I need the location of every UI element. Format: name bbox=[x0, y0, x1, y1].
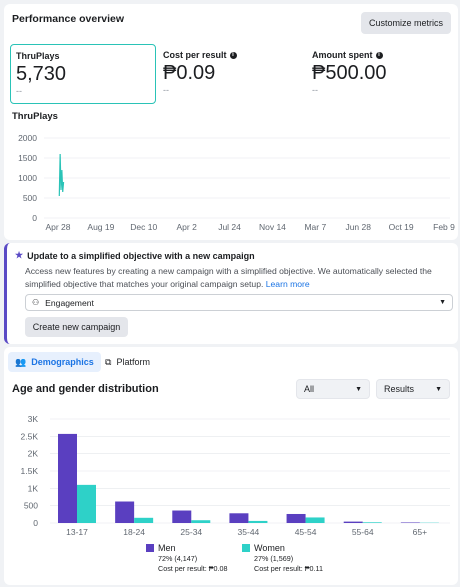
tab-label: Demographics bbox=[31, 357, 94, 367]
metric-value: ₱0.09 bbox=[163, 62, 216, 84]
x-tick-label: 13-17 bbox=[66, 527, 88, 537]
x-tick-label: Jul 24 bbox=[218, 222, 241, 232]
x-tick-label: 65+ bbox=[413, 527, 427, 537]
metric-filter-dropdown[interactable]: Results ▼ bbox=[376, 379, 450, 399]
bar-women bbox=[248, 520, 268, 523]
info-icon[interactable]: i bbox=[229, 51, 237, 59]
performance-overview-card: Performance overview Customize metrics T… bbox=[4, 4, 458, 240]
chevron-down-icon: ▼ bbox=[439, 299, 446, 306]
tab-label: Platform bbox=[116, 357, 150, 367]
legend-cost: Cost per result: ₱0.08 bbox=[158, 564, 228, 573]
legend-swatch bbox=[242, 544, 250, 552]
chevron-down-icon: ▼ bbox=[435, 385, 442, 393]
metric-label: ThruPlays bbox=[16, 51, 60, 61]
y-tick-label: 2.5K bbox=[21, 431, 39, 441]
y-tick-label: 2000 bbox=[18, 133, 37, 143]
objective-select[interactable]: ⚇ Engagement ▼ bbox=[25, 294, 453, 311]
metric-cost-per-result[interactable]: Cost per result i ₱0.09 -- bbox=[158, 44, 304, 104]
x-tick-label: Apr 28 bbox=[45, 222, 70, 232]
metric-thruplays[interactable]: ThruPlays 5,730 -- bbox=[10, 44, 156, 104]
age-gender-bar-chart: 0 500 1K 1.5K 2K 2.5K 3K 13-17 18-24 25-34 35-44 45… bbox=[21, 414, 450, 537]
gender-filter-dropdown[interactable]: All ▼ bbox=[296, 379, 370, 399]
tab-demographics[interactable]: 👥 Demographics bbox=[8, 352, 101, 372]
legend-name: Men bbox=[158, 543, 176, 553]
age-gender-title: Age and gender distribution bbox=[12, 383, 159, 395]
y-tick-label: 500 bbox=[24, 501, 38, 511]
y-tick-label: 1.5K bbox=[21, 466, 39, 476]
star-icon: ★ bbox=[15, 250, 24, 260]
x-tick-label: Jun 28 bbox=[345, 222, 371, 232]
line-chart-title: ThruPlays bbox=[12, 111, 58, 122]
legend-share: 72% (4,147) bbox=[158, 554, 198, 563]
y-tick-label: 0 bbox=[33, 518, 38, 528]
metric-amount-spent[interactable]: Amount spent i ₱500.00 -- bbox=[307, 44, 453, 104]
thruplays-line-chart: 0 500 1000 1500 2000 Apr 28 Aug 19 Dec 10 Apr 2 J… bbox=[18, 133, 455, 232]
metric-comparison: -- bbox=[312, 85, 318, 95]
dropdown-value: All bbox=[304, 384, 315, 394]
simplified-objective-notice: ★ Update to a simplified objective with … bbox=[4, 243, 458, 344]
objective-value: Engagement bbox=[45, 297, 94, 308]
bar-women bbox=[305, 517, 325, 523]
y-tick-label: 0 bbox=[32, 213, 37, 223]
x-tick-label: Mar 7 bbox=[304, 222, 326, 232]
x-tick-label: 45-54 bbox=[295, 527, 317, 537]
legend-share: 27% (1,569) bbox=[254, 554, 294, 563]
demographics-card: 👥 Demographics ⧉ Platform Age and gender… bbox=[4, 347, 458, 585]
customize-metrics-button[interactable]: Customize metrics bbox=[361, 12, 451, 34]
legend-men: Men 72% (4,147) Cost per result: ₱0.08 bbox=[146, 543, 228, 574]
x-tick-label: 55-64 bbox=[352, 527, 374, 537]
bar-men bbox=[343, 521, 363, 523]
bar-men bbox=[115, 501, 135, 523]
performance-title: Performance overview bbox=[12, 13, 125, 25]
x-tick-label: Oct 19 bbox=[389, 222, 414, 232]
y-tick-label: 3K bbox=[28, 414, 39, 424]
metric-label: Cost per result bbox=[163, 50, 227, 60]
metric-comparison: -- bbox=[163, 85, 169, 95]
engagement-icon: ⚇ bbox=[32, 298, 40, 307]
bar-men bbox=[286, 513, 306, 523]
bar-men bbox=[229, 513, 249, 523]
learn-more-link[interactable]: Learn more bbox=[266, 279, 310, 289]
metric-label: Amount spent bbox=[312, 50, 373, 60]
tab-platform[interactable]: ⧉ Platform bbox=[98, 352, 157, 372]
x-tick-label: Apr 2 bbox=[177, 222, 198, 232]
x-tick-label: 18-24 bbox=[123, 527, 145, 537]
x-tick-label: Aug 19 bbox=[87, 222, 114, 232]
platform-icon: ⧉ bbox=[105, 356, 112, 367]
y-tick-label: 500 bbox=[23, 193, 37, 203]
y-tick-label: 1500 bbox=[18, 153, 37, 163]
legend-name: Women bbox=[254, 543, 285, 553]
bar-men bbox=[400, 522, 420, 523]
dropdown-value: Results bbox=[384, 384, 415, 394]
bar-women bbox=[362, 522, 382, 523]
y-tick-label: 2K bbox=[28, 449, 39, 459]
metric-value: ₱500.00 bbox=[312, 62, 387, 84]
bar-women bbox=[191, 520, 211, 523]
legend-cost: Cost per result: ₱0.11 bbox=[254, 564, 323, 573]
thruplays-series-line bbox=[58, 153, 65, 197]
bar-women bbox=[77, 484, 96, 523]
x-tick-label: Nov 14 bbox=[259, 222, 286, 232]
bar-women bbox=[134, 517, 154, 523]
y-tick-label: 1K bbox=[28, 483, 39, 493]
create-new-campaign-button[interactable]: Create new campaign bbox=[25, 317, 128, 337]
x-tick-label: Feb 9 bbox=[433, 222, 455, 232]
metric-comparison: -- bbox=[16, 86, 22, 96]
notice-title-row: ★ Update to a simplified objective with … bbox=[15, 250, 255, 261]
info-icon[interactable]: i bbox=[375, 51, 383, 59]
notice-title: Update to a simplified objective with a … bbox=[27, 250, 255, 261]
y-tick-label: 1000 bbox=[18, 173, 37, 183]
bar-men bbox=[172, 510, 192, 523]
x-tick-label: 25-34 bbox=[180, 527, 202, 537]
notice-body: Access new features by creating a new ca… bbox=[25, 265, 453, 291]
chevron-down-icon: ▼ bbox=[355, 385, 362, 393]
notice-text: Access new features by creating a new ca… bbox=[25, 266, 432, 289]
x-tick-label: 35-44 bbox=[238, 527, 260, 537]
bar-men bbox=[58, 433, 77, 523]
legend-women: Women 27% (1,569) Cost per result: ₱0.11 bbox=[242, 543, 323, 574]
people-icon: 👥 bbox=[15, 356, 27, 367]
metric-value: 5,730 bbox=[16, 63, 67, 85]
x-tick-label: Dec 10 bbox=[130, 222, 157, 232]
legend-swatch bbox=[146, 544, 154, 552]
